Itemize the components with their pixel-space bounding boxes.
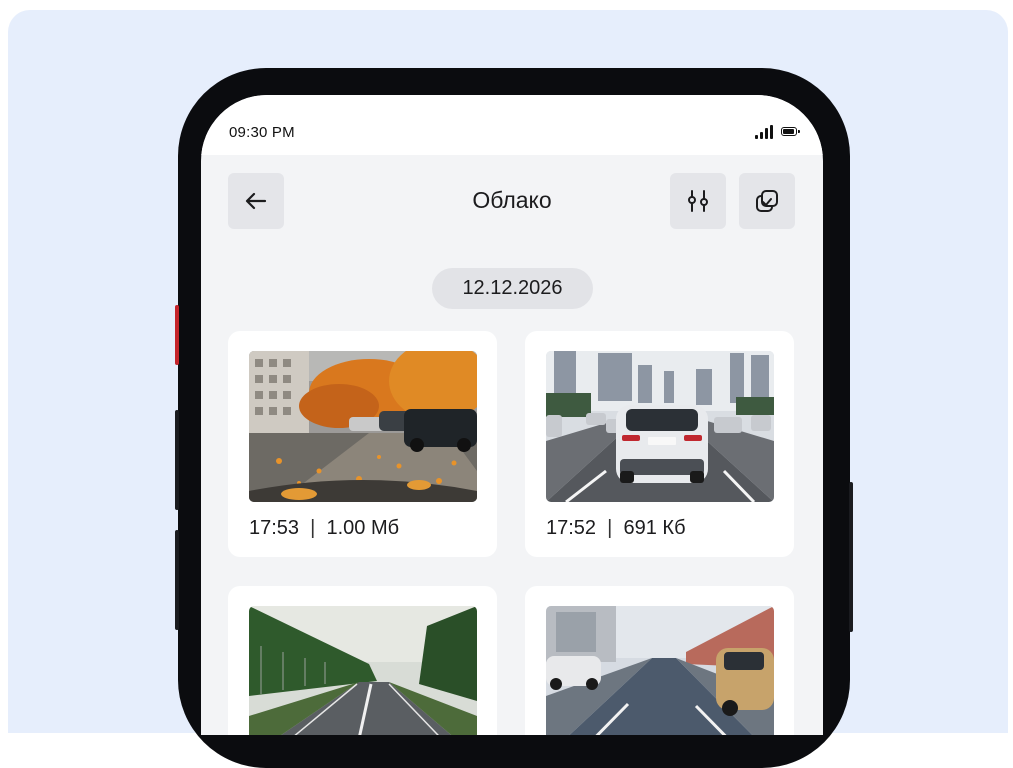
meta-separator: | [601, 517, 618, 539]
status-bar: 09:30 PM [201, 95, 823, 155]
phone-power-button [849, 482, 853, 632]
status-time: 09:30 PM [229, 124, 295, 141]
video-time: 17:53 [249, 517, 300, 539]
video-thumbnail-city-street [546, 606, 774, 735]
video-thumbnail-city-traffic [546, 351, 774, 502]
video-time: 17:52 [546, 517, 597, 539]
app-screen: 09:30 PM Облако 12.12.2026 17:53 | 1.00 … [201, 95, 823, 735]
video-size: 691 Кб [623, 517, 686, 539]
battery-icon [781, 127, 800, 136]
video-thumbnail-forest-highway [249, 606, 477, 735]
video-card[interactable] [228, 586, 497, 735]
video-card[interactable] [525, 586, 794, 735]
date-group-label: 12.12.2026 [432, 268, 593, 309]
select-button[interactable] [739, 173, 795, 229]
page-title: Облако [472, 187, 552, 213]
phone-volume-up-button [175, 410, 179, 510]
video-thumbnail-autumn-parking [249, 351, 477, 502]
video-meta: 17:53 | 1.00 Мб [249, 517, 399, 540]
phone-action-button [175, 305, 179, 365]
signal-icon [755, 125, 775, 139]
video-card[interactable]: 17:53 | 1.00 Мб [228, 331, 497, 557]
video-size: 1.00 Мб [326, 517, 400, 539]
meta-separator: | [304, 517, 321, 539]
video-meta: 17:52 | 691 Кб [546, 517, 686, 540]
select-copy-icon [756, 190, 778, 212]
filter-button[interactable] [670, 173, 726, 229]
phone-volume-down-button [175, 530, 179, 630]
video-card[interactable]: 17:52 | 691 Кб [525, 331, 794, 557]
filter-sliders-icon [688, 190, 708, 212]
